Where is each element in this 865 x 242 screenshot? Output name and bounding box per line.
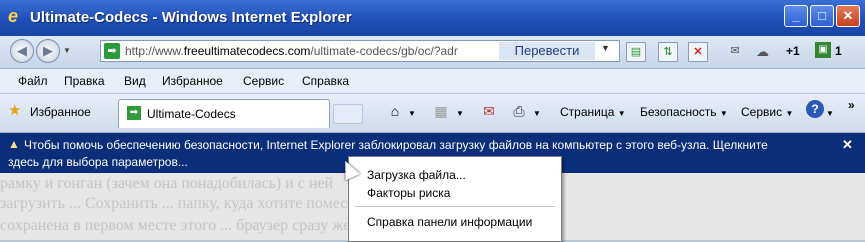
favorites-label: Избранное bbox=[30, 105, 91, 119]
print-dropdown-icon[interactable]: ▼ bbox=[533, 105, 541, 119]
site-favicon-icon: ➡ bbox=[127, 106, 141, 120]
url-text[interactable]: http://www.freeultimatecodecs.com/ultima… bbox=[125, 44, 485, 58]
address-bar-row: ◀ ▶ ▼ ➡ http://www.freeultimatecodecs.co… bbox=[0, 36, 865, 69]
forward-button[interactable]: ▶ bbox=[36, 39, 60, 63]
home-dropdown-icon[interactable]: ▼ bbox=[408, 105, 416, 119]
chevron-more-icon[interactable]: » bbox=[848, 98, 855, 112]
back-button[interactable]: ◀ bbox=[10, 39, 34, 63]
help-dropdown-icon[interactable]: ▼ bbox=[826, 105, 834, 119]
cloud-icon[interactable]: ☁ bbox=[756, 44, 769, 60]
page-menu-button[interactable]: Страница ▼ bbox=[560, 105, 626, 119]
tools-menu-button[interactable]: Сервис ▼ bbox=[741, 105, 793, 119]
menu-item-info-bar-help[interactable]: Справка панели информации bbox=[367, 215, 532, 229]
new-tab-button[interactable] bbox=[333, 104, 363, 124]
mail-icon[interactable]: ✉ bbox=[725, 42, 745, 62]
window-title: Ultimate-Codecs - Windows Internet Explo… bbox=[30, 9, 352, 26]
compatibility-icon[interactable]: ▤ bbox=[626, 42, 646, 62]
warning-shield-icon: ▲ bbox=[8, 137, 20, 151]
menu-file[interactable]: Файл bbox=[18, 74, 48, 88]
home-icon[interactable]: ⌂ bbox=[386, 102, 404, 120]
menu-view[interactable]: Вид bbox=[124, 74, 146, 88]
menu-item-risk-factors[interactable]: Факторы риска bbox=[367, 186, 450, 200]
rss-feed-icon[interactable]: ▦ bbox=[432, 102, 450, 120]
info-bar-context-menu: Загрузка файла... Факторы риска Справка … bbox=[348, 156, 562, 242]
close-button[interactable]: ✕ bbox=[836, 5, 860, 27]
rss-dropdown-icon[interactable]: ▼ bbox=[456, 105, 464, 119]
ie-logo-icon: e bbox=[8, 6, 19, 26]
browser-window: e Ultimate-Codecs - Windows Internet Exp… bbox=[0, 0, 865, 242]
help-icon[interactable]: ? bbox=[806, 100, 824, 118]
read-mail-icon[interactable]: ✉ bbox=[480, 102, 498, 120]
star-icon: ★ bbox=[8, 102, 22, 119]
info-bar-message-continued[interactable]: здесь для выбора параметров... bbox=[8, 155, 188, 169]
menu-help[interactable]: Справка bbox=[302, 74, 349, 88]
stop-icon[interactable]: ✕ bbox=[688, 42, 708, 62]
close-info-bar-icon[interactable]: ✕ bbox=[842, 137, 856, 152]
translate-button[interactable]: Перевести bbox=[499, 42, 595, 60]
extension-icon[interactable]: ▣ bbox=[815, 42, 831, 58]
refresh-icon[interactable]: ⇅ bbox=[658, 42, 678, 62]
tab-label: Ultimate-Codecs bbox=[147, 107, 236, 121]
extension-count: 1 bbox=[835, 44, 842, 58]
page-text-line: сохранена в первом месте этого ... брауз… bbox=[0, 217, 369, 234]
page-text-line: загрузить ... Сохранить ... папку, куда … bbox=[0, 195, 348, 212]
page-text-line: рамку и гонган (зачем она понадобилась) … bbox=[0, 175, 334, 192]
minimize-button[interactable]: _ bbox=[784, 5, 808, 27]
info-bar-message[interactable]: Чтобы помочь обеспечению безопасности, I… bbox=[24, 138, 768, 152]
menu-favorites[interactable]: Избранное bbox=[162, 74, 223, 88]
menu-edit[interactable]: Правка bbox=[64, 74, 105, 88]
menu-separator bbox=[355, 206, 555, 207]
title-bar: e Ultimate-Codecs - Windows Internet Exp… bbox=[0, 0, 865, 36]
tab-ultimate-codecs[interactable]: ➡ Ultimate-Codecs bbox=[118, 99, 330, 128]
print-icon[interactable]: ⎙ bbox=[510, 102, 528, 120]
menu-item-download-file[interactable]: Загрузка файла... bbox=[367, 168, 466, 182]
address-dropdown-icon[interactable]: ▼ bbox=[601, 43, 610, 53]
plus-one-count[interactable]: +1 bbox=[786, 44, 800, 58]
tab-toolbar: ★ Избранное ➡ Ultimate-Codecs ⌂ ▼ ▦ ▼ ✉ … bbox=[0, 94, 865, 133]
maximize-button[interactable]: □ bbox=[810, 5, 834, 27]
safety-menu-button[interactable]: Безопасность ▼ bbox=[640, 105, 728, 119]
menu-bar: Файл Правка Вид Избранное Сервис Справка bbox=[0, 69, 865, 94]
menu-tools[interactable]: Сервис bbox=[243, 74, 284, 88]
site-go-icon: ➡ bbox=[104, 43, 120, 59]
address-field[interactable]: ➡ http://www.freeultimatecodecs.com/ulti… bbox=[100, 40, 620, 62]
history-dropdown-icon[interactable]: ▼ bbox=[63, 46, 73, 56]
